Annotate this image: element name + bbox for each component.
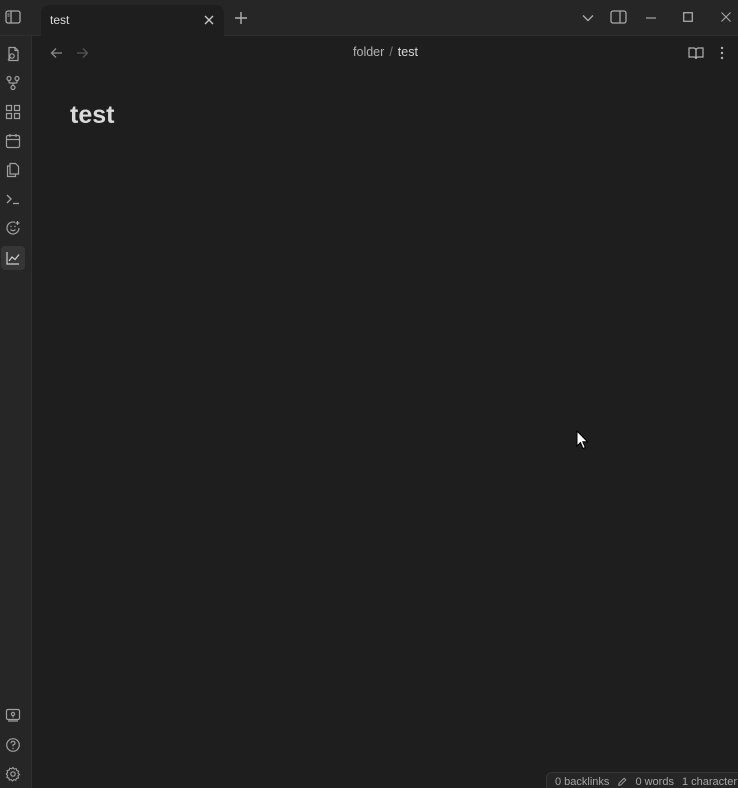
breadcrumb-current[interactable]: test — [398, 45, 418, 59]
word-count: 0 words — [635, 776, 674, 788]
maximize-button[interactable] — [677, 7, 699, 27]
files-icon — [6, 162, 20, 178]
terminal-icon — [6, 194, 19, 205]
maximize-icon — [683, 12, 693, 22]
more-vertical-icon — [720, 46, 724, 60]
layout-dashboard-icon — [5, 104, 21, 120]
character-count: 1 character — [681, 776, 737, 788]
help-button[interactable] — [1, 733, 25, 757]
sidebar-left-icon — [5, 10, 21, 24]
tab-list-button[interactable] — [578, 8, 598, 28]
pencil-icon[interactable] — [617, 776, 627, 788]
open-vault-button[interactable] — [1, 703, 25, 727]
mouse-cursor-icon — [576, 430, 589, 450]
smile-plus-icon — [6, 221, 20, 235]
title-bar: test — [0, 0, 738, 36]
plus-icon — [235, 12, 247, 24]
git-fork-icon — [6, 75, 20, 91]
close-icon — [721, 12, 731, 22]
breadcrumb: folder / test — [33, 45, 738, 59]
open-command-palette-button[interactable] — [1, 187, 25, 211]
open-statistics-button[interactable] — [1, 246, 25, 270]
view-header: folder / test — [33, 36, 738, 70]
tab-label: test — [50, 13, 70, 27]
reading-view-button[interactable] — [687, 44, 705, 62]
book-open-icon — [688, 47, 704, 60]
calendar-icon — [5, 134, 21, 149]
line-chart-icon — [6, 252, 20, 265]
backlinks-count[interactable]: 0 backlinks — [555, 776, 609, 788]
insert-template-button[interactable] — [1, 158, 25, 182]
emoji-button[interactable] — [1, 216, 25, 240]
minimize-button[interactable] — [640, 8, 662, 28]
tab-test[interactable]: test — [41, 5, 224, 36]
close-icon — [204, 15, 214, 25]
settings-button[interactable] — [1, 762, 25, 786]
open-graph-view-button[interactable] — [1, 71, 25, 95]
breadcrumb-separator: / — [389, 45, 393, 59]
status-bar: 0 backlinks 0 words 1 character — [546, 772, 738, 788]
close-window-button[interactable] — [716, 7, 736, 27]
note-title[interactable]: test — [70, 101, 114, 130]
vault-icon — [5, 708, 21, 722]
more-options-button[interactable] — [713, 44, 731, 62]
toggle-right-sidebar-button[interactable] — [607, 7, 629, 27]
toggle-left-sidebar-button[interactable] — [2, 7, 24, 27]
minimize-icon — [646, 17, 656, 19]
left-ribbon — [0, 36, 32, 788]
open-quick-switcher-button[interactable] — [1, 42, 25, 66]
chevron-down-icon — [582, 15, 594, 22]
sidebar-right-icon — [609, 10, 627, 24]
open-canvas-button[interactable] — [1, 100, 25, 124]
file-search-icon — [7, 46, 19, 62]
open-daily-note-button[interactable] — [1, 129, 25, 153]
help-circle-icon — [6, 738, 20, 752]
new-tab-button[interactable] — [231, 8, 251, 28]
breadcrumb-folder[interactable]: folder — [353, 45, 384, 59]
gear-icon — [5, 766, 21, 782]
tab-close-button[interactable] — [200, 11, 218, 29]
